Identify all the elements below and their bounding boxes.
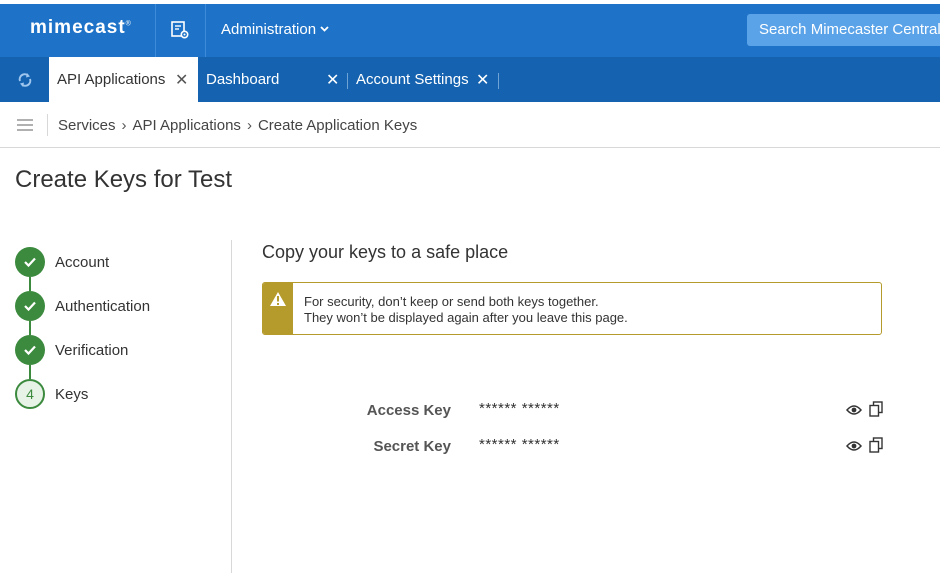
step-connector <box>29 277 31 291</box>
chevron-down-icon <box>320 24 329 35</box>
tab-separator <box>498 73 499 89</box>
step-label: Account <box>55 253 110 271</box>
checkmark-icon <box>15 291 45 321</box>
admin-settings-icon[interactable] <box>170 20 190 40</box>
warning-icon <box>263 283 293 334</box>
refresh-icon <box>18 72 31 87</box>
copy-icon[interactable] <box>869 437 883 453</box>
step-label: Keys <box>55 385 89 403</box>
secret-key-row: Secret Key ****** ****** <box>262 436 884 460</box>
menu-icon[interactable] <box>17 119 33 132</box>
access-key-row: Access Key ****** ****** <box>262 400 884 424</box>
copy-icon[interactable] <box>869 401 883 417</box>
tab-bar: API Applications ✕ Dashboard ✕ Account S… <box>0 57 940 102</box>
step-connector <box>29 365 31 379</box>
breadcrumb-bar: Services › API Applications › Create Applica… <box>0 102 940 148</box>
tab-dashboard[interactable]: Dashboard ✕ <box>198 57 346 102</box>
key-value: ****** ****** <box>479 436 560 453</box>
top-navigation-bar: mimecast® Administration Search Mimecast… <box>0 0 940 57</box>
checkmark-icon <box>15 335 45 365</box>
breadcrumb-item-services[interactable]: Services <box>58 117 116 134</box>
close-icon[interactable]: ✕ <box>175 70 188 90</box>
tab-label: Dashboard <box>206 71 280 88</box>
warning-alert: For security, don’t keep or send both ke… <box>262 282 882 335</box>
step-number-badge: 4 <box>15 379 45 409</box>
breadcrumb: Services › API Applications › Create Applica… <box>58 117 417 134</box>
tab-api-applications[interactable]: API Applications ✕ <box>49 57 198 102</box>
search-input[interactable]: Search Mimecaster Central <box>747 14 940 46</box>
key-label: Access Key <box>366 402 451 419</box>
administration-menu[interactable]: Administration <box>221 21 329 38</box>
step-label: Verification <box>55 341 129 359</box>
logo-mark: ® <box>125 20 132 28</box>
refresh-button[interactable] <box>0 57 49 102</box>
breadcrumb-item-current: Create Application Keys <box>257 117 418 134</box>
step-keys: 4 Keys <box>15 379 88 409</box>
eye-icon[interactable] <box>846 440 862 452</box>
alert-line: For security, don’t keep or send both ke… <box>304 294 599 309</box>
logo-text: mimecast <box>30 17 126 38</box>
tab-label: Account Settings <box>356 71 469 88</box>
close-icon[interactable]: ✕ <box>476 70 489 90</box>
chevron-right-icon: › <box>121 117 127 134</box>
step-account: Account <box>15 247 109 277</box>
section-title: Copy your keys to a safe place <box>262 242 509 262</box>
tab-label: API Applications <box>57 71 166 88</box>
page-title: Create Keys for Test <box>15 166 232 193</box>
breadcrumb-divider <box>47 114 48 136</box>
nav-divider <box>205 4 206 57</box>
step-connector <box>29 321 31 335</box>
eye-icon[interactable] <box>846 404 862 416</box>
step-verification: Verification <box>15 335 128 365</box>
tab-account-settings[interactable]: Account Settings ✕ <box>348 57 498 102</box>
checkmark-icon <box>15 247 45 277</box>
key-label: Secret Key <box>373 438 451 455</box>
chevron-right-icon: › <box>246 117 252 134</box>
alert-message: For security, don’t keep or send both ke… <box>304 294 628 326</box>
mimecast-logo[interactable]: mimecast® <box>30 17 132 39</box>
content-divider <box>231 240 232 573</box>
alert-line: They won’t be displayed again after you … <box>304 310 628 325</box>
step-label: Authentication <box>55 297 151 315</box>
step-authentication: Authentication <box>15 291 150 321</box>
search-placeholder: Search Mimecaster Central <box>759 21 940 38</box>
breadcrumb-item-api-applications[interactable]: API Applications <box>133 117 241 134</box>
nav-divider <box>155 4 156 57</box>
close-icon[interactable]: ✕ <box>326 70 339 90</box>
key-value: ****** ****** <box>479 400 560 417</box>
administration-menu-label: Administration <box>221 21 317 38</box>
